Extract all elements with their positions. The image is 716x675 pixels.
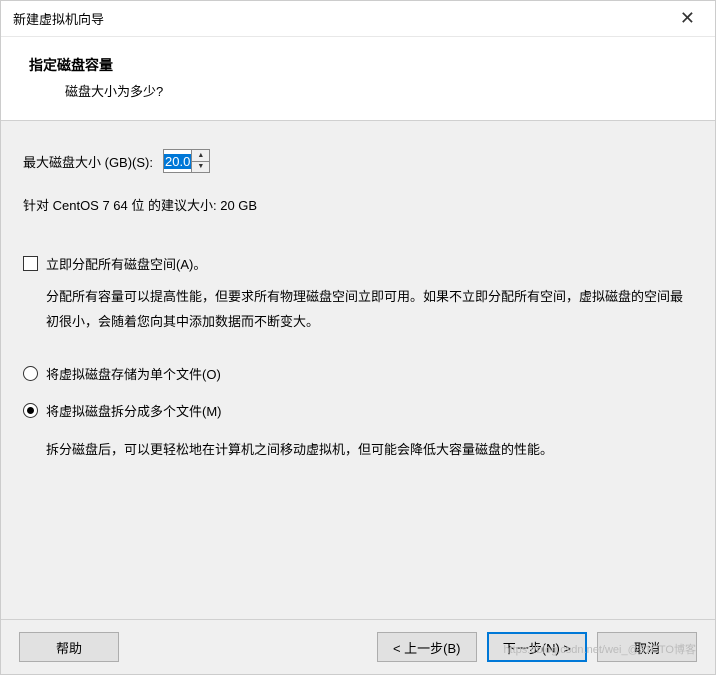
disk-size-value[interactable]: 20.0	[164, 154, 191, 169]
spinner-value-wrapper[interactable]: 20.0	[164, 150, 191, 172]
allocate-now-row: 立即分配所有磁盘空间(A)。	[23, 254, 693, 273]
disk-size-label: 最大磁盘大小 (GB)(S):	[23, 152, 153, 171]
spinner-up-button[interactable]: ▲	[192, 150, 209, 162]
disk-size-spinner[interactable]: 20.0 ▲ ▼	[163, 149, 210, 173]
chevron-down-icon: ▼	[197, 163, 204, 170]
header-title: 指定磁盘容量	[29, 55, 687, 75]
split-files-label: 将虚拟磁盘拆分成多个文件(M)	[46, 401, 222, 420]
single-file-radio[interactable]	[23, 366, 38, 381]
content-section: 最大磁盘大小 (GB)(S): 20.0 ▲ ▼ 针对 CentOS 7 64 …	[1, 121, 715, 619]
spinner-down-button[interactable]: ▼	[192, 162, 209, 173]
allocate-now-description: 分配所有容量可以提高性能，但要求所有物理磁盘空间立即可用。如果不立即分配所有空间…	[23, 285, 693, 334]
recommend-text: 针对 CentOS 7 64 位 的建议大小: 20 GB	[23, 195, 693, 214]
help-button[interactable]: 帮助	[19, 632, 119, 662]
spinner-buttons: ▲ ▼	[191, 150, 209, 172]
split-files-radio[interactable]	[23, 403, 38, 418]
close-button[interactable]: ✕	[672, 8, 703, 29]
titlebar: 新建虚拟机向导 ✕	[1, 1, 715, 37]
header-section: 指定磁盘容量 磁盘大小为多少?	[1, 37, 715, 121]
allocate-now-label: 立即分配所有磁盘空间(A)。	[46, 254, 206, 273]
button-bar: 帮助 < 上一步(B) 下一步(N) > 取消	[1, 619, 715, 674]
next-button[interactable]: 下一步(N) >	[487, 632, 587, 662]
split-files-description: 拆分磁盘后，可以更轻松地在计算机之间移动虚拟机，但可能会降低大容量磁盘的性能。	[23, 438, 693, 463]
header-subtitle: 磁盘大小为多少?	[29, 81, 687, 100]
disk-size-row: 最大磁盘大小 (GB)(S): 20.0 ▲ ▼	[23, 149, 693, 173]
wizard-dialog: 新建虚拟机向导 ✕ 指定磁盘容量 磁盘大小为多少? 最大磁盘大小 (GB)(S)…	[0, 0, 716, 675]
chevron-up-icon: ▲	[197, 152, 204, 159]
split-files-row: 将虚拟磁盘拆分成多个文件(M)	[23, 401, 693, 420]
back-button[interactable]: < 上一步(B)	[377, 632, 477, 662]
allocate-now-checkbox[interactable]	[23, 256, 38, 271]
single-file-label: 将虚拟磁盘存储为单个文件(O)	[46, 364, 221, 383]
window-title: 新建虚拟机向导	[13, 9, 104, 28]
cancel-button[interactable]: 取消	[597, 632, 697, 662]
single-file-row: 将虚拟磁盘存储为单个文件(O)	[23, 364, 693, 383]
close-icon: ✕	[680, 8, 695, 28]
